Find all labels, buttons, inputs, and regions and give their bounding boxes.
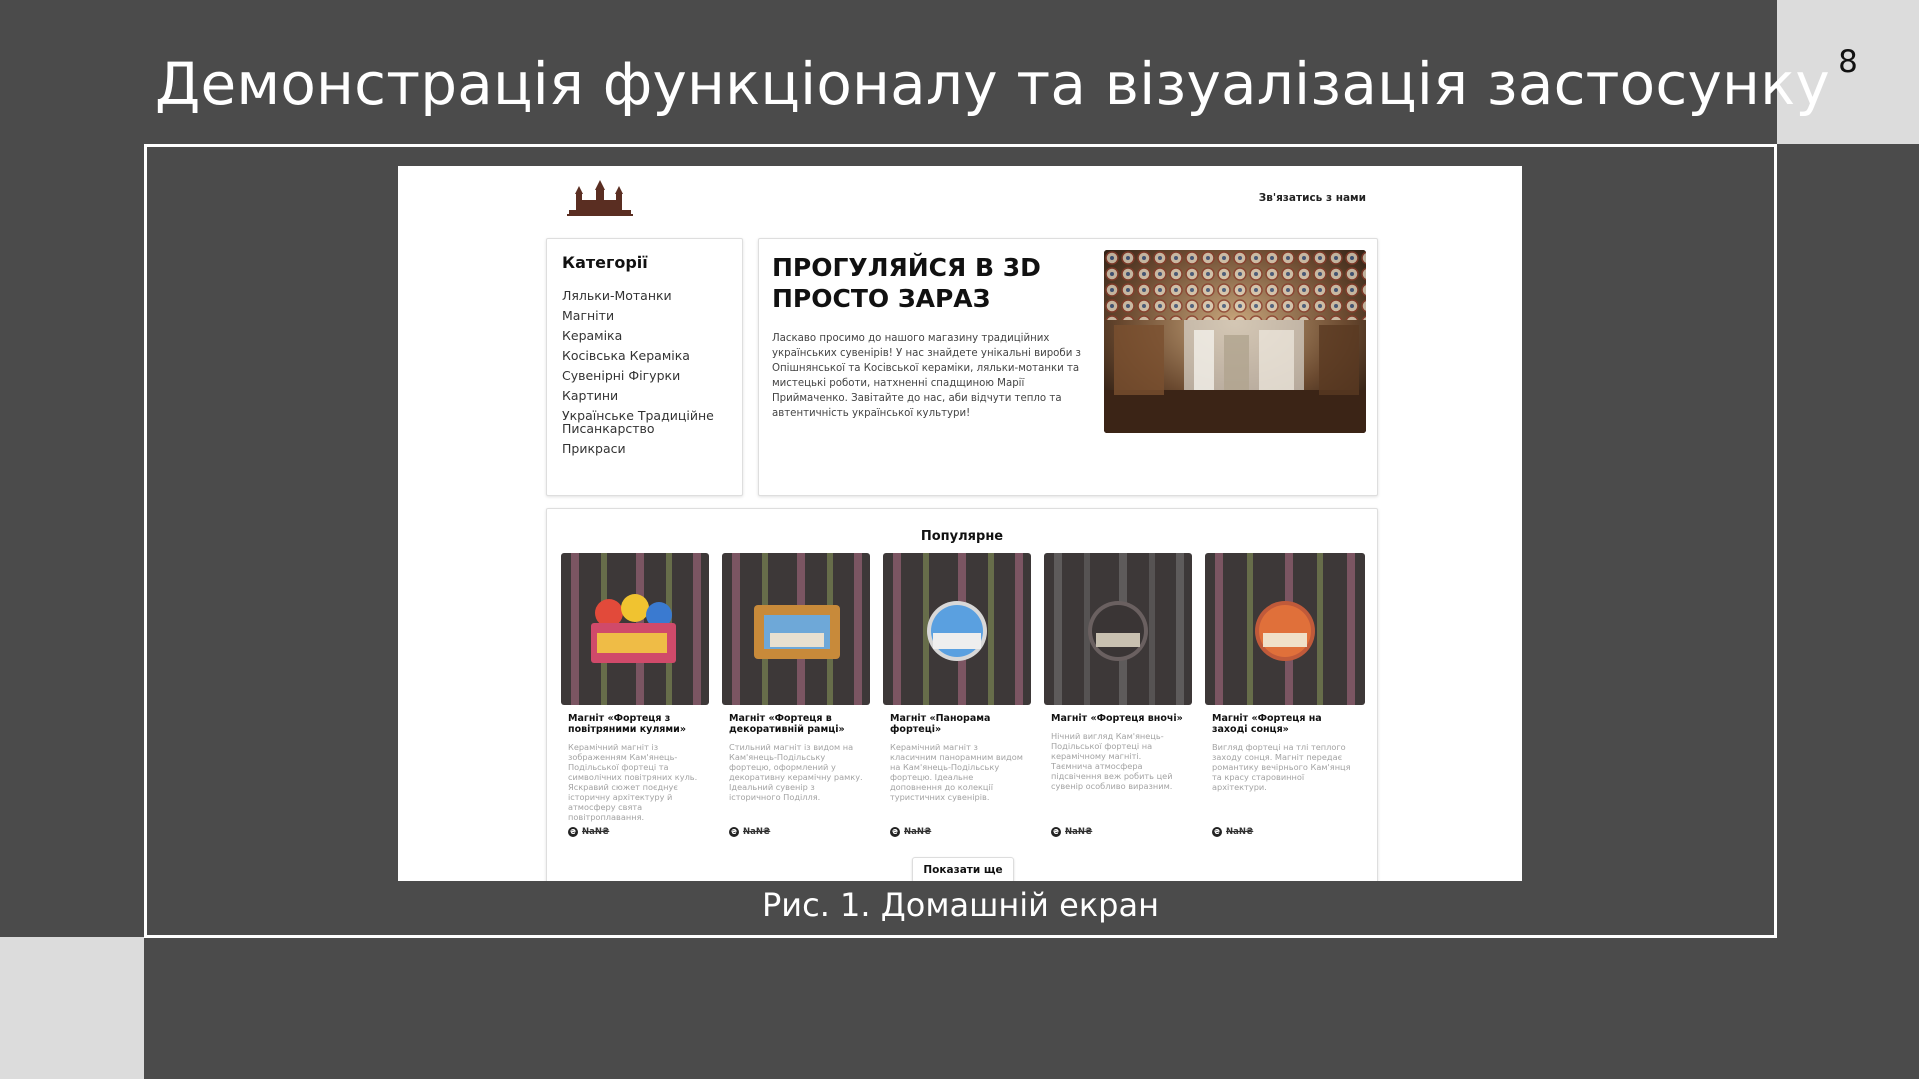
category-item[interactable]: Магніти <box>562 309 737 322</box>
hero-panel: ПРОГУЛЯЙСЯ В 3D ПРОСТО ЗАРАЗ Ласкаво про… <box>758 238 1378 496</box>
popular-panel: Популярне Магніт «Фортеця з повітряними … <box>546 508 1378 881</box>
product-price: ₴ NaN₴ <box>1212 827 1254 837</box>
corner-decoration <box>0 937 144 1079</box>
show-more-button[interactable]: Показати ще <box>912 857 1014 881</box>
product-price: ₴ NaN₴ <box>1051 827 1093 837</box>
categories-panel: Категорії Ляльки-Мотанки Магніти Керамік… <box>546 238 743 496</box>
shop-interior-image <box>1104 250 1366 433</box>
product-name: Магніт «Фортеця з повітряними кулями» <box>568 713 686 735</box>
product-description: Стильний магніт із видом на Кам'янець-По… <box>729 742 863 802</box>
category-item[interactable]: Ляльки-Мотанки <box>562 289 737 302</box>
product-description: Керамічний магніт з класичним панорамним… <box>890 742 1023 802</box>
hero-text: Ласкаво просимо до нашого магазину тради… <box>772 333 1081 419</box>
product-card[interactable]: Магніт «Фортеця з повітряними кулями» Ке… <box>561 553 709 837</box>
hryvnia-icon: ₴ <box>1051 827 1061 837</box>
product-image <box>1205 553 1365 705</box>
figure-caption: Рис. 1. Домашній екран <box>762 886 1159 924</box>
hryvnia-icon: ₴ <box>890 827 900 837</box>
hero-title: ПРОГУЛЯЙСЯ В 3D ПРОСТО ЗАРАЗ <box>772 253 1041 313</box>
product-image <box>561 553 709 705</box>
product-description: Вигляд фортеці на тлі теплого заходу сон… <box>1212 742 1351 792</box>
categories-title: Категорії <box>562 253 648 272</box>
slide-title: Демонстрація функціоналу та візуалізація… <box>155 50 1830 118</box>
product-name: Магніт «Фортеця на заході сонця» <box>1212 713 1322 735</box>
product-name: Магніт «Фортеця вночі» <box>1051 713 1183 724</box>
category-item[interactable]: Кераміка <box>562 329 737 342</box>
product-image <box>722 553 870 705</box>
product-card[interactable]: Магніт «Фортеця вночі» Нічний вигляд Кам… <box>1044 553 1192 837</box>
product-name: Магніт «Панорама фортеці» <box>890 713 991 735</box>
category-item[interactable]: Сувенірні Фігурки <box>562 369 737 382</box>
product-description: Нічний вигляд Кам'янець-Подільської форт… <box>1051 731 1173 791</box>
product-description: Керамічний магніт із зображенням Кам'яне… <box>568 742 698 822</box>
product-card[interactable]: Магніт «Панорама фортеці» Керамічний маг… <box>883 553 1031 837</box>
product-image <box>1044 553 1192 705</box>
category-item[interactable]: Прикраси <box>562 442 737 455</box>
product-card[interactable]: Магніт «Фортеця в декоративній рамці» Ст… <box>722 553 870 837</box>
contact-link[interactable]: Зв'язатись з нами <box>1259 192 1366 204</box>
castle-logo-icon[interactable] <box>565 180 635 216</box>
hryvnia-icon: ₴ <box>568 827 578 837</box>
product-price: ₴ NaN₴ <box>890 827 932 837</box>
hryvnia-icon: ₴ <box>729 827 739 837</box>
popular-title: Популярне <box>920 529 1004 544</box>
website-screenshot: Зв'язатись з нами Категорії Ляльки-Мотан… <box>398 166 1522 881</box>
category-item[interactable]: Косівська Кераміка <box>562 349 737 362</box>
category-item[interactable]: Українське Традиційне Писанкарство <box>562 409 737 435</box>
hryvnia-icon: ₴ <box>1212 827 1222 837</box>
category-item[interactable]: Картини <box>562 389 737 402</box>
product-card[interactable]: Магніт «Фортеця на заході сонця» Вигляд … <box>1205 553 1365 837</box>
product-price: ₴ NaN₴ <box>729 827 771 837</box>
product-image <box>883 553 1031 705</box>
product-name: Магніт «Фортеця в декоративній рамці» <box>729 713 845 735</box>
product-price: ₴ NaN₴ <box>568 827 610 837</box>
categories-list: Ляльки-Мотанки Магніти Кераміка Косівськ… <box>562 289 737 462</box>
